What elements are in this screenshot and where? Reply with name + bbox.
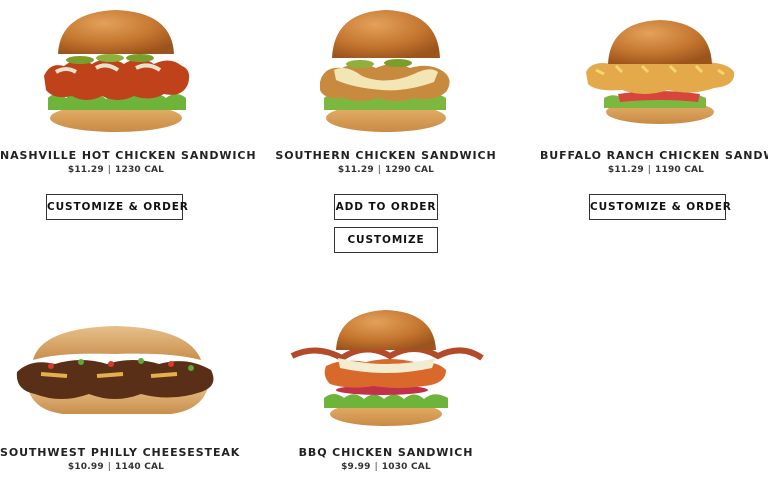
bbq-chicken-sandwich-image[interactable] [286,304,486,430]
item-price-calories: $9.99 | 1030 CAL [270,462,502,472]
item-name: BBQ CHICKEN SANDWICH [298,446,474,459]
separator: | [647,165,652,175]
nashville-hot-chicken-sandwich-image[interactable] [36,6,196,134]
customize-and-order-button[interactable]: CUSTOMIZE & ORDER [46,194,188,220]
item-name: SOUTHERN CHICKEN SANDWICH [275,149,497,162]
menu-item-nashville-hot[interactable]: NASHVILLE HOT CHICKEN SANDWICH $11.29 | 12… [0,0,257,230]
separator: | [374,462,378,472]
item-price: $9.99 [341,462,371,472]
item-calories: 1030 CAL [381,462,431,472]
item-calories: 1140 CAL [115,462,165,472]
separator: | [107,165,112,175]
item-price-calories: $10.99 | 1140 CAL [0,462,232,472]
southwest-philly-cheesesteak-image[interactable] [11,314,221,424]
customize-and-order-button[interactable]: CUSTOMIZE & ORDER [589,194,731,220]
buffalo-ranch-chicken-sandwich-image[interactable] [582,16,742,126]
item-price: $11.29 [607,165,644,175]
item-name: BUFFALO RANCH CHICKEN SANDWICH [540,149,768,162]
southern-chicken-sandwich-image[interactable] [306,6,466,134]
separator: | [107,462,112,472]
item-price-calories: $11.29 | 1190 CAL [540,165,768,175]
item-price: $10.99 [67,462,104,472]
menu-item-southern-chicken[interactable]: SOUTHERN CHICKEN SANDWICH $11.29 | 1290 CA… [270,0,502,260]
customize-button[interactable]: CUSTOMIZE [334,227,438,253]
item-calories: 1290 CAL [385,165,435,175]
item-price-calories: $11.29 | 1290 CAL [270,165,502,175]
item-calories: 1190 CAL [655,165,705,175]
item-price: $11.29 [67,165,104,175]
menu-item-bbq-chicken[interactable]: BBQ CHICKEN SANDWICH $9.99 | 1030 CAL [270,300,502,479]
item-calories: 1230 CAL [115,165,165,175]
item-name: NASHVILLE HOT CHICKEN SANDWICH [0,149,257,162]
menu-item-buffalo-ranch-chicken[interactable]: BUFFALO RANCH CHICKEN SANDWICH $11.29|11… [540,0,768,230]
item-price: $11.29 [337,165,374,175]
add-to-order-button[interactable]: ADD TO ORDER [334,194,438,220]
item-price-calories: $11.29 | 1230 CAL [0,165,232,175]
menu-item-southwest-philly-cheesesteak[interactable]: SOUTHWEST PHILLY CHEESESTEAK $10.99 | 1140… [0,300,241,479]
separator: | [377,165,382,175]
item-name: SOUTHWEST PHILLY CHEESESTEAK [0,446,241,459]
